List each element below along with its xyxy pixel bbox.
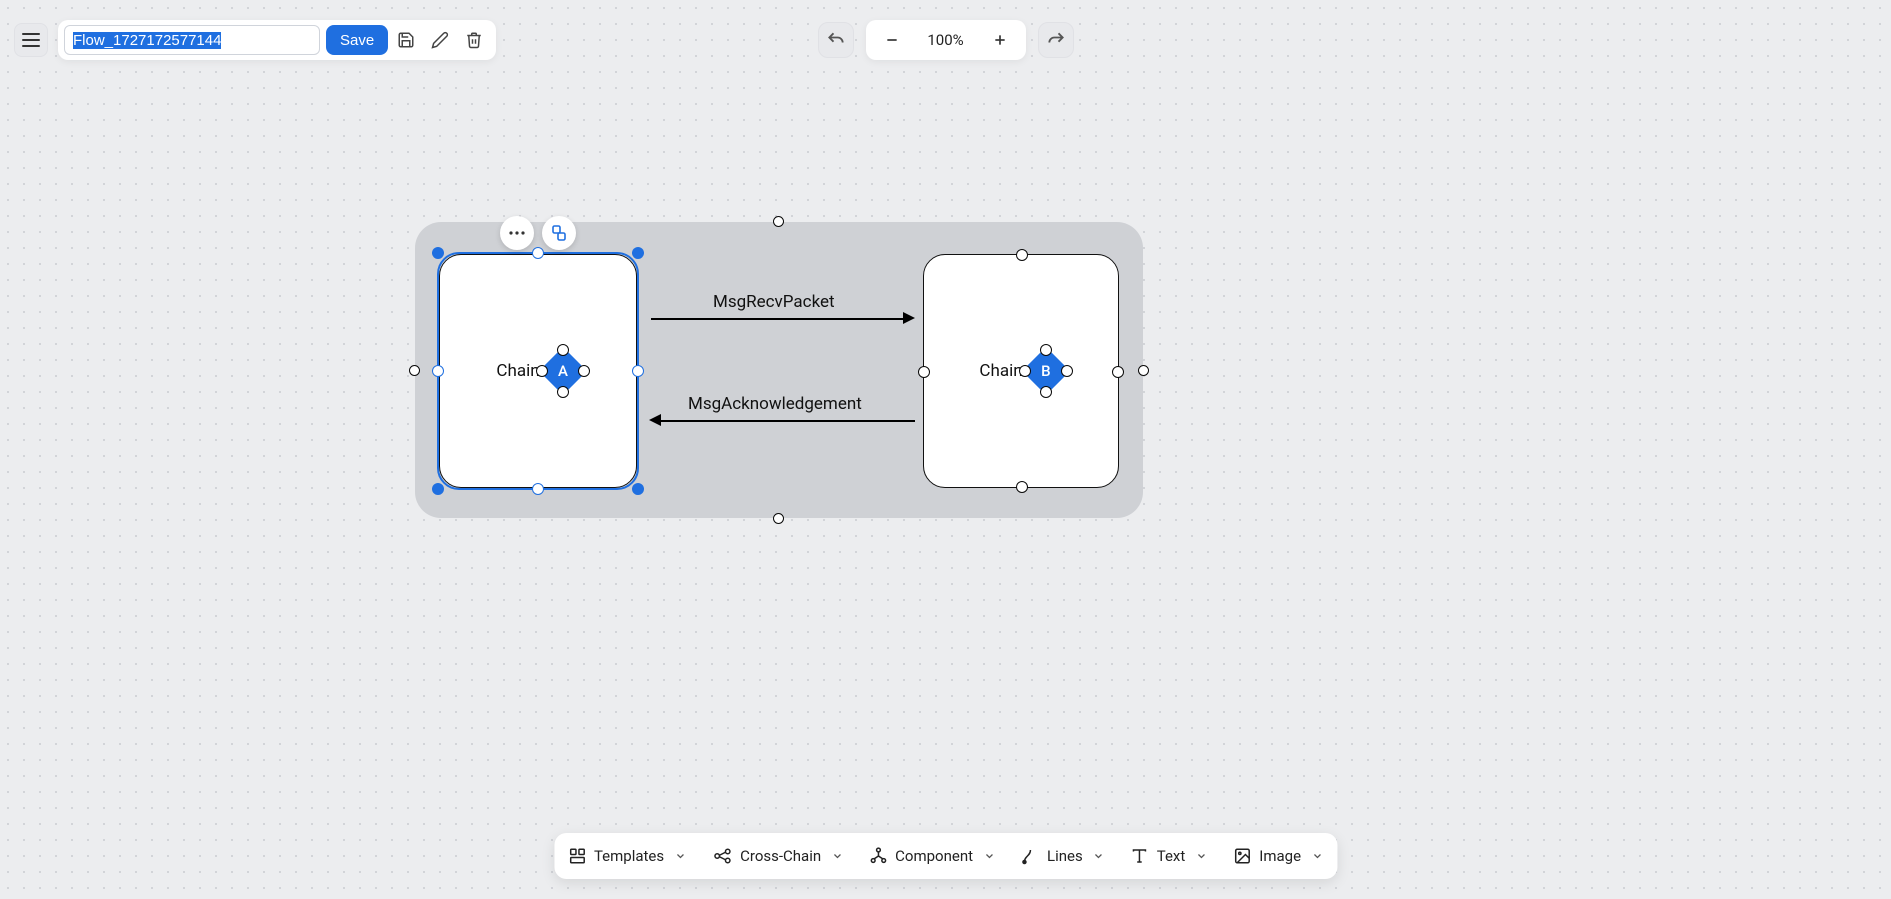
chain-b-handle-n[interactable] (1016, 249, 1028, 261)
cross-chain-menu[interactable]: Cross-Chain (712, 847, 843, 865)
floppy-disk-icon (397, 31, 415, 49)
cross-chain-label: Cross-Chain (740, 847, 821, 865)
chain-a-label: Chain (496, 361, 539, 381)
chain-b-label: Chain (979, 361, 1022, 381)
arrow-top[interactable] (651, 318, 905, 320)
badge-handle-bottom[interactable] (557, 386, 569, 398)
badge-handle-left[interactable] (536, 365, 548, 377)
badge-handle-top[interactable] (557, 344, 569, 356)
group-handle-top[interactable] (773, 216, 784, 227)
arrow-bottom[interactable] (661, 420, 915, 422)
chevron-down-icon (831, 850, 843, 862)
component-menu[interactable]: Component (869, 847, 995, 865)
save-file-button[interactable] (390, 24, 422, 56)
text-menu[interactable]: Text (1131, 847, 1208, 865)
badge-b-handle-right[interactable] (1061, 365, 1073, 377)
selection-handle-ne[interactable] (632, 247, 644, 259)
cross-chain-icon (712, 847, 732, 865)
redo-icon (1046, 30, 1066, 50)
arrow-top-label: MsgRecvPacket (713, 292, 835, 312)
filename-input[interactable] (64, 25, 320, 55)
file-toolbar: Save (58, 20, 496, 60)
chevron-down-icon (983, 850, 995, 862)
zoom-control: 100% (866, 20, 1026, 60)
main-menu-button[interactable] (14, 23, 48, 57)
badge-b-handle-bottom[interactable] (1040, 386, 1052, 398)
component-icon (869, 847, 887, 865)
templates-menu[interactable]: Templates (568, 847, 686, 865)
chain-b-handle-w[interactable] (918, 366, 930, 378)
chain-b-handle-e[interactable] (1112, 366, 1124, 378)
zoom-in-button[interactable] (984, 24, 1016, 56)
delete-button[interactable] (458, 24, 490, 56)
selection-handle-w[interactable] (432, 365, 444, 377)
diagram-group[interactable]: Chain A Chain B MsgRecvPacket (415, 222, 1143, 518)
trash-icon (465, 31, 483, 49)
lines-menu[interactable]: Lines (1021, 847, 1105, 865)
arrow-bottom-head (649, 414, 661, 426)
selection-handle-e[interactable] (632, 365, 644, 377)
redo-button[interactable] (1038, 22, 1074, 58)
lines-icon (1021, 847, 1039, 865)
minus-icon (884, 32, 900, 48)
ellipsis-icon (509, 231, 525, 235)
overlap-squares-icon (551, 225, 567, 241)
component-label: Component (895, 847, 973, 865)
image-label: Image (1259, 847, 1301, 865)
pencil-icon (431, 31, 449, 49)
lines-label: Lines (1047, 847, 1083, 865)
badge-b-handle-left[interactable] (1019, 365, 1031, 377)
text-label: Text (1157, 847, 1186, 865)
edit-button[interactable] (424, 24, 456, 56)
badge-b-handle-top[interactable] (1040, 344, 1052, 356)
selection-handle-se[interactable] (632, 483, 644, 495)
chevron-down-icon (1093, 850, 1105, 862)
undo-icon (826, 30, 846, 50)
selection-handle-s[interactable] (532, 483, 544, 495)
arrow-top-head (903, 312, 915, 324)
node-duplicate-button[interactable] (542, 216, 576, 250)
badge-handle-right[interactable] (578, 365, 590, 377)
chain-a-node[interactable]: Chain A (439, 254, 637, 488)
selection-handle-nw[interactable] (432, 247, 444, 259)
arrow-bottom-label: MsgAcknowledgement (688, 394, 862, 414)
bottom-toolbar: Templates Cross-Chain Component Lines Te… (554, 833, 1337, 879)
chevron-down-icon (1195, 850, 1207, 862)
text-icon (1131, 847, 1149, 865)
node-more-actions-button[interactable] (500, 216, 534, 250)
chevron-down-icon (1311, 850, 1323, 862)
plus-icon (992, 32, 1008, 48)
chevron-down-icon (674, 850, 686, 862)
save-button[interactable]: Save (326, 25, 388, 55)
zoom-percent-label: 100% (922, 31, 970, 49)
templates-icon (568, 847, 586, 865)
image-icon (1233, 847, 1251, 865)
templates-label: Templates (594, 847, 664, 865)
group-handle-left[interactable] (409, 365, 420, 376)
image-menu[interactable]: Image (1233, 847, 1323, 865)
group-handle-right[interactable] (1138, 365, 1149, 376)
group-handle-bottom[interactable] (773, 513, 784, 524)
hamburger-icon (22, 33, 40, 47)
chain-b-node[interactable]: Chain B (923, 254, 1119, 488)
chain-b-handle-s[interactable] (1016, 481, 1028, 493)
zoom-out-button[interactable] (876, 24, 908, 56)
selection-handle-sw[interactable] (432, 483, 444, 495)
undo-button[interactable] (818, 22, 854, 58)
